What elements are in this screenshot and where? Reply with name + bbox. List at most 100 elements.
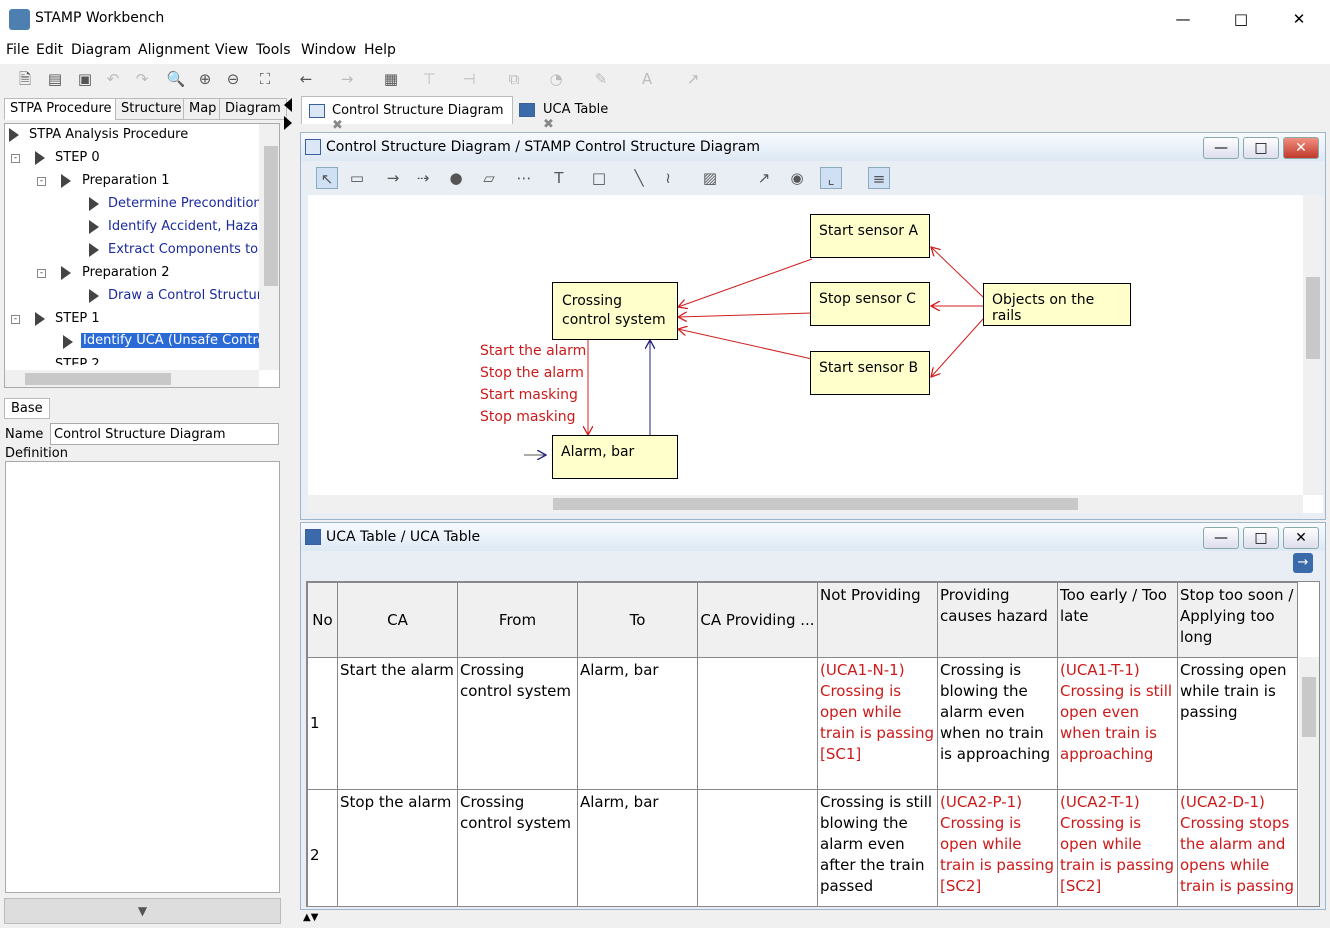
header-providing-causes-hazard[interactable]: Providing causes hazard (937, 582, 1058, 658)
box-objects-on-rails[interactable]: Objects on the rails (983, 283, 1131, 326)
table-vertical-scrollbar[interactable] (1299, 657, 1319, 906)
ca-label-start-alarm[interactable]: Start the alarm (480, 343, 586, 359)
line-color-icon[interactable]: ✎ (590, 68, 612, 90)
back-icon[interactable]: ← (295, 68, 317, 90)
close-tab-icon[interactable]: ✖ (332, 118, 343, 133)
properties-icon[interactable]: ▦ (380, 68, 402, 90)
close-icon[interactable]: ✕ (1283, 527, 1319, 549)
header-stop-too-soon[interactable]: Stop too soon / Applying too long (1177, 582, 1298, 658)
zoom-icon[interactable]: 🔍 (165, 68, 187, 90)
box-alarm-bar[interactable]: Alarm, bar (552, 435, 678, 479)
header-ca-providing[interactable]: CA Providing ... (697, 582, 818, 658)
cell-to[interactable]: Alarm, bar (577, 789, 698, 906)
menu-help[interactable]: Help (364, 42, 396, 58)
header-to[interactable]: To (577, 582, 698, 658)
align-left-icon[interactable]: ⊣ (458, 68, 480, 90)
menu-tools[interactable]: Tools (256, 42, 291, 58)
tree-horizontal-scrollbar[interactable] (5, 370, 259, 387)
arrow-sensor-a-to-crossing[interactable] (678, 258, 813, 307)
zoom-out-icon[interactable]: ⊖ (222, 68, 244, 90)
menu-window[interactable]: Window (301, 42, 356, 58)
diagram-horizontal-scrollbar[interactable] (308, 495, 1303, 513)
ca-label-stop-masking[interactable]: Stop masking (480, 409, 576, 425)
tab-uca-table[interactable]: UCA Table ✖ (513, 96, 627, 132)
image-tool-icon[interactable]: ▨ (699, 167, 721, 189)
export-icon[interactable]: → (1293, 553, 1313, 573)
restore-icon[interactable]: □ (1243, 527, 1279, 549)
tab-base[interactable]: Base (4, 398, 50, 419)
arrow-objects-to-sensor-b[interactable] (931, 318, 984, 377)
cell-too-early-too-late[interactable]: (UCA2-T-1) Crossing is open while train … (1057, 789, 1178, 906)
zoom-in-icon[interactable]: ⊕ (194, 68, 216, 90)
pin-icon[interactable]: ↗ (753, 167, 775, 189)
collapse-icon[interactable]: - (11, 315, 20, 324)
maximize-button[interactable]: □ (1212, 0, 1270, 38)
tree-step1[interactable]: STEP 1 (55, 311, 100, 326)
open-folder-icon[interactable]: ▤ (44, 68, 66, 90)
menu-file[interactable]: File (6, 42, 29, 58)
cell-providing-causes-hazard[interactable]: (UCA2-P-1) Crossing is open while train … (937, 789, 1058, 906)
collapse-icon[interactable]: - (37, 177, 46, 186)
table-row[interactable]: 2 Stop the alarm Crossing control system… (307, 789, 1298, 906)
font-color-icon[interactable]: A (636, 68, 658, 90)
expand-right-icon[interactable] (284, 116, 292, 130)
cell-no[interactable]: 2 (307, 789, 338, 906)
tree-draw-control-structure[interactable]: Draw a Control Structure (108, 288, 270, 303)
component-tool-icon[interactable]: ▭ (346, 167, 368, 189)
tab-control-structure-diagram[interactable]: Control Structure Diagram ✖ (301, 96, 513, 133)
dashed-arrow-tool-icon[interactable]: ⇢ (412, 167, 434, 189)
table-row[interactable]: 1 Start the alarm Crossing control syste… (307, 657, 1298, 790)
arrow-tool-icon[interactable]: → (382, 167, 404, 189)
panel-collapse-down-icon[interactable]: ▼ (4, 898, 281, 924)
minimize-button[interactable]: — (1154, 0, 1212, 38)
restore-icon[interactable]: □ (1243, 137, 1279, 159)
box-start-sensor-b[interactable]: Start sensor B (810, 351, 930, 395)
redo-icon[interactable]: ↷ (131, 68, 153, 90)
cell-too-early-too-late[interactable]: (UCA1-T-1) Crossing is still open even w… (1057, 657, 1178, 790)
target-icon[interactable]: ◉ (786, 167, 808, 189)
tree-step0[interactable]: STEP 0 (55, 150, 100, 165)
diagram-vertical-scrollbar[interactable] (1303, 195, 1323, 495)
header-ca[interactable]: CA (337, 582, 458, 658)
collapse-icon[interactable]: - (11, 154, 20, 163)
fill-color-icon[interactable]: ◔ (545, 68, 567, 90)
order-icon[interactable]: ⧉ (503, 68, 525, 90)
menu-diagram[interactable]: Diagram (71, 42, 131, 58)
close-button[interactable]: ✕ (1270, 0, 1328, 38)
note-tool-icon[interactable]: ▱ (478, 167, 500, 189)
ca-label-stop-alarm[interactable]: Stop the alarm (480, 365, 584, 381)
cell-to[interactable]: Alarm, bar (577, 657, 698, 790)
close-icon[interactable]: ✕ (1283, 137, 1319, 159)
minimize-icon[interactable]: — (1203, 527, 1239, 549)
tab-map[interactable]: Map (183, 98, 223, 120)
definition-field[interactable] (5, 461, 280, 893)
undo-icon[interactable]: ↶ (102, 68, 124, 90)
header-too-early-too-late[interactable]: Too early / Too late (1057, 582, 1178, 658)
cell-stop-too-soon[interactable]: (UCA2-D-1) Crossing stops the alarm and … (1177, 789, 1298, 906)
line-tool-icon[interactable]: ╲ (628, 167, 650, 189)
header-not-providing[interactable]: Not Providing (817, 582, 938, 658)
box-stop-sensor-c[interactable]: Stop sensor C (810, 282, 930, 326)
box-crossing-control-system[interactable]: Crossing control system (552, 282, 678, 340)
arrow-sensor-b-to-crossing[interactable] (678, 329, 813, 360)
text-tool-icon[interactable]: T (548, 167, 570, 189)
cell-from[interactable]: Crossing control system (457, 657, 578, 790)
connector-style-icon[interactable]: ⌞ (820, 167, 842, 189)
cell-providing-causes-hazard[interactable]: Crossing is blowing the alarm even when … (937, 657, 1058, 790)
align-top-icon[interactable]: ⊤ (418, 68, 440, 90)
tree-determine-preconditions[interactable]: Determine Preconditions (108, 196, 268, 211)
point-tool-icon[interactable]: ● (445, 167, 467, 189)
menu-alignment[interactable]: Alignment (138, 42, 210, 58)
close-tab-icon[interactable]: ✖ (543, 117, 554, 132)
cell-ca[interactable]: Start the alarm (337, 657, 458, 790)
cell-from[interactable]: Crossing control system (457, 789, 578, 906)
cell-no[interactable]: 1 (307, 657, 338, 790)
tree-step2[interactable]: STEP 2 (55, 357, 100, 365)
arrow-sensor-c-to-crossing[interactable] (678, 313, 813, 317)
curve-tool-icon[interactable]: ≀ (657, 167, 679, 189)
collapse-icon[interactable]: - (37, 269, 46, 278)
header-from[interactable]: From (457, 582, 578, 658)
tree-root[interactable]: STPA Analysis Procedure (29, 127, 188, 142)
cell-ca-providing[interactable] (697, 789, 818, 906)
tree-prep2[interactable]: Preparation 2 (82, 265, 170, 280)
